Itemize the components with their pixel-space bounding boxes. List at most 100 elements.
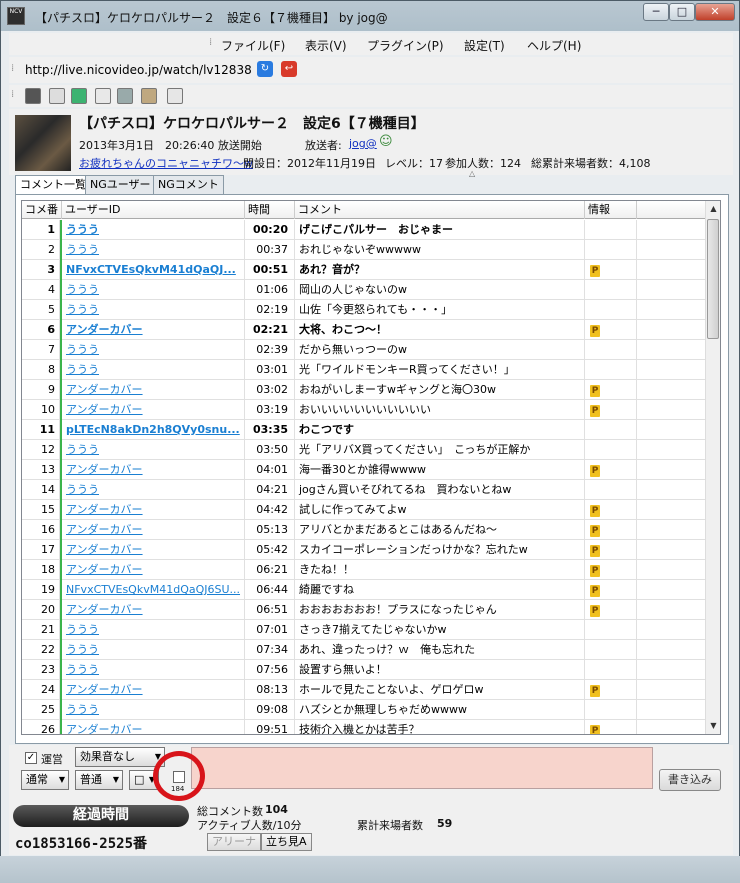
table-row[interactable]: 2 ううう 00:37 おれじゃないぞwwwww xyxy=(22,240,706,260)
row-user-id[interactable]: アンダーカバー xyxy=(62,380,245,400)
maximize-button[interactable]: □ xyxy=(669,3,695,21)
row-user-id[interactable]: ううう xyxy=(62,640,245,660)
row-user-id[interactable]: NFvxCTVEsQkvM41dQaQJ6SU... xyxy=(62,580,245,600)
table-row[interactable]: 25 ううう 09:08 ハズシとか無理しちゃだめwwww xyxy=(22,700,706,720)
stream-title: 【パチスロ】ケロケロパルサー２ 設定6【７機種目】 xyxy=(79,116,425,132)
row-user-id[interactable]: アンダーカバー xyxy=(62,400,245,420)
broadcaster-link[interactable]: jog@ xyxy=(349,137,377,150)
unei-checkbox[interactable]: ✓ xyxy=(25,752,37,764)
menu-help[interactable]: ヘルプ(H) xyxy=(527,37,581,54)
col-no[interactable]: コメ番 xyxy=(22,201,62,219)
table-row[interactable]: 1 ううう 00:20 げこげこパルサー おじゃまー xyxy=(22,220,706,240)
table-row[interactable]: 17 アンダーカバー 05:42 スカイコーポレーションだっけかな？忘れたw P xyxy=(22,540,706,560)
row-user-id[interactable]: ううう xyxy=(62,240,245,260)
table-row[interactable]: 10 アンダーカバー 03:19 おいいいいいいいいいいい P xyxy=(22,400,706,420)
menu-view[interactable]: 表示(V) xyxy=(305,37,347,54)
table-row[interactable]: 22 ううう 07:34 あれ、違ったっけ？ｗ 俺も忘れた xyxy=(22,640,706,660)
row-user-id[interactable]: ううう xyxy=(62,660,245,680)
row-user-id[interactable]: アンダーカバー xyxy=(62,320,245,340)
table-row[interactable]: 19 NFvxCTVEsQkvM41dQaQJ6SU... 06:44 綺麗ですね P xyxy=(22,580,706,600)
table-row[interactable]: 12 ううう 03:50 光「アリバX買ってください」 こっちが正解か xyxy=(22,440,706,460)
tab-ng-comments[interactable]: NGコメント xyxy=(153,175,224,195)
collapse-icon[interactable]: △ xyxy=(469,169,475,178)
row-user-id[interactable]: アンダーカバー xyxy=(62,680,245,700)
row-user-id[interactable]: アンダーカバー xyxy=(62,500,245,520)
table-row[interactable]: 21 ううう 07:01 さっき7揃えてたじゃないかw xyxy=(22,620,706,640)
toolbar: ⁞ xyxy=(9,85,733,107)
mode-dropdown[interactable]: 通常 ▼ xyxy=(21,770,69,790)
face-icon[interactable] xyxy=(141,88,157,104)
row-user-id[interactable]: アンダーカバー xyxy=(62,720,245,734)
col-info[interactable]: 情報 xyxy=(585,201,637,219)
table-row[interactable]: 14 ううう 04:21 jogさん買いそびれてるね 買わないとねw xyxy=(22,480,706,500)
row-user-id[interactable]: アンダーカバー xyxy=(62,560,245,580)
url-field[interactable]: http://live.nicovideo.jp/watch/lv12838 xyxy=(25,63,252,77)
row-user-id[interactable]: ううう xyxy=(62,280,245,300)
row-user-id[interactable]: ううう xyxy=(62,300,245,320)
arena-button[interactable]: アリーナ xyxy=(207,833,261,851)
row-user-id[interactable]: アンダーカバー xyxy=(62,460,245,480)
row-user-id[interactable]: アンダーカバー xyxy=(62,520,245,540)
color-value: □ xyxy=(134,773,145,786)
row-user-id[interactable]: アンダーカバー xyxy=(62,540,245,560)
col-comment[interactable]: コメント xyxy=(295,201,585,219)
size-dropdown[interactable]: 普通 ▼ xyxy=(75,770,123,790)
table-row[interactable]: 18 アンダーカバー 06:21 きたね！！ P xyxy=(22,560,706,580)
row-user-id[interactable]: pLTEcN8akDn2h8QVy0snu... xyxy=(62,420,245,440)
close-button[interactable]: ✕ xyxy=(695,3,735,21)
row-info xyxy=(585,360,637,380)
stream-thumbnail[interactable] xyxy=(15,115,71,171)
blank-icon[interactable] xyxy=(49,88,65,104)
scroll-down-icon[interactable]: ▼ xyxy=(706,718,720,734)
row-user-id[interactable]: ううう xyxy=(62,440,245,460)
row-user-id[interactable]: ううう xyxy=(62,220,245,240)
row-comment: 技術介入機とかは苦手？ xyxy=(295,720,585,734)
tab-comments[interactable]: コメント一覧 xyxy=(15,175,91,196)
refresh-icon[interactable]: ↻ xyxy=(257,61,273,77)
table-row[interactable]: 5 ううう 02:19 山佐「今更怒られても・・・」 xyxy=(22,300,706,320)
table-row[interactable]: 23 ううう 07:56 設置すら無いよ！ xyxy=(22,660,706,680)
tv-icon[interactable] xyxy=(25,88,41,104)
table-row[interactable]: 15 アンダーカバー 04:42 試しに作ってみてよw P xyxy=(22,500,706,520)
row-user-id[interactable]: ううう xyxy=(62,480,245,500)
plugin-icon[interactable] xyxy=(167,88,183,104)
table-row[interactable]: 3 NFvxCTVEsQkvM41dQaQJ... 00:51 あれ？音が？ P xyxy=(22,260,706,280)
col-uid[interactable]: ユーザーID xyxy=(62,201,245,219)
title-bar[interactable]: NCV 【パチスロ】ケロケロパルサー２ 設定６【７機種目】 by jog@ ─ … xyxy=(1,1,739,31)
row-user-id[interactable]: アンダーカバー xyxy=(62,600,245,620)
row-user-id[interactable]: ううう xyxy=(62,340,245,360)
table-row[interactable]: 26 アンダーカバー 09:51 技術介入機とかは苦手？ P xyxy=(22,720,706,734)
table-row[interactable]: 20 アンダーカバー 06:51 おおおおおおお！プラスになったじゃん P xyxy=(22,600,706,620)
community-link[interactable]: お疲れちゃんのコニャニャチワ〜w xyxy=(79,155,253,171)
standing-button[interactable]: 立ち見A xyxy=(261,833,312,851)
write-button[interactable]: 書き込み xyxy=(659,769,721,791)
table-row[interactable]: 6 アンダーカバー 02:21 大将、わこつ〜！ P xyxy=(22,320,706,340)
table-row[interactable]: 7 ううう 02:39 だから無いっつーのw xyxy=(22,340,706,360)
row-user-id[interactable]: ううう xyxy=(62,360,245,380)
sound-dropdown[interactable]: 効果音なし ▼ xyxy=(75,747,165,767)
menu-file[interactable]: ファイル(F) xyxy=(221,37,285,54)
book-icon[interactable] xyxy=(95,88,111,104)
table-row[interactable]: 24 アンダーカバー 08:13 ホールで見たことないよ、ゲロゲロw P xyxy=(22,680,706,700)
table-row[interactable]: 8 ううう 03:01 光「ワイルドモンキーR買ってください！」 xyxy=(22,360,706,380)
row-user-id[interactable]: ううう xyxy=(62,620,245,640)
scroll-up-icon[interactable]: ▲ xyxy=(706,201,720,217)
minimize-button[interactable]: ─ xyxy=(643,3,669,21)
vertical-scrollbar[interactable]: ▲ ▼ xyxy=(705,201,720,734)
disconnect-icon[interactable]: ↩ xyxy=(281,61,297,77)
table-row[interactable]: 11 pLTEcN8akDn2h8QVy0snu... 03:35 わこつです xyxy=(22,420,706,440)
row-user-id[interactable]: NFvxCTVEsQkvM41dQaQJ... xyxy=(62,260,245,280)
table-row[interactable]: 13 アンダーカバー 04:01 海一番30とか誰得wwww P xyxy=(22,460,706,480)
col-time[interactable]: 時間 xyxy=(245,201,295,219)
table-row[interactable]: 9 アンダーカバー 03:02 おねがいしまーすwギャングと海〇30w P xyxy=(22,380,706,400)
tab-ng-users[interactable]: NGユーザー xyxy=(85,175,156,195)
table-row[interactable]: 4 ううう 01:06 岡山の人じゃないのw xyxy=(22,280,706,300)
table-row[interactable]: 16 アンダーカバー 05:13 アリバとかまだあるとこはあるんだね〜 P xyxy=(22,520,706,540)
scroll-thumb[interactable] xyxy=(707,219,719,339)
row-user-id[interactable]: ううう xyxy=(62,700,245,720)
menu-plugin[interactable]: プラグイン(P) xyxy=(367,37,444,54)
comment-input[interactable] xyxy=(191,747,653,789)
download-icon[interactable] xyxy=(71,88,87,104)
menu-settings[interactable]: 設定(T) xyxy=(464,37,505,54)
monitor-icon[interactable] xyxy=(117,88,133,104)
